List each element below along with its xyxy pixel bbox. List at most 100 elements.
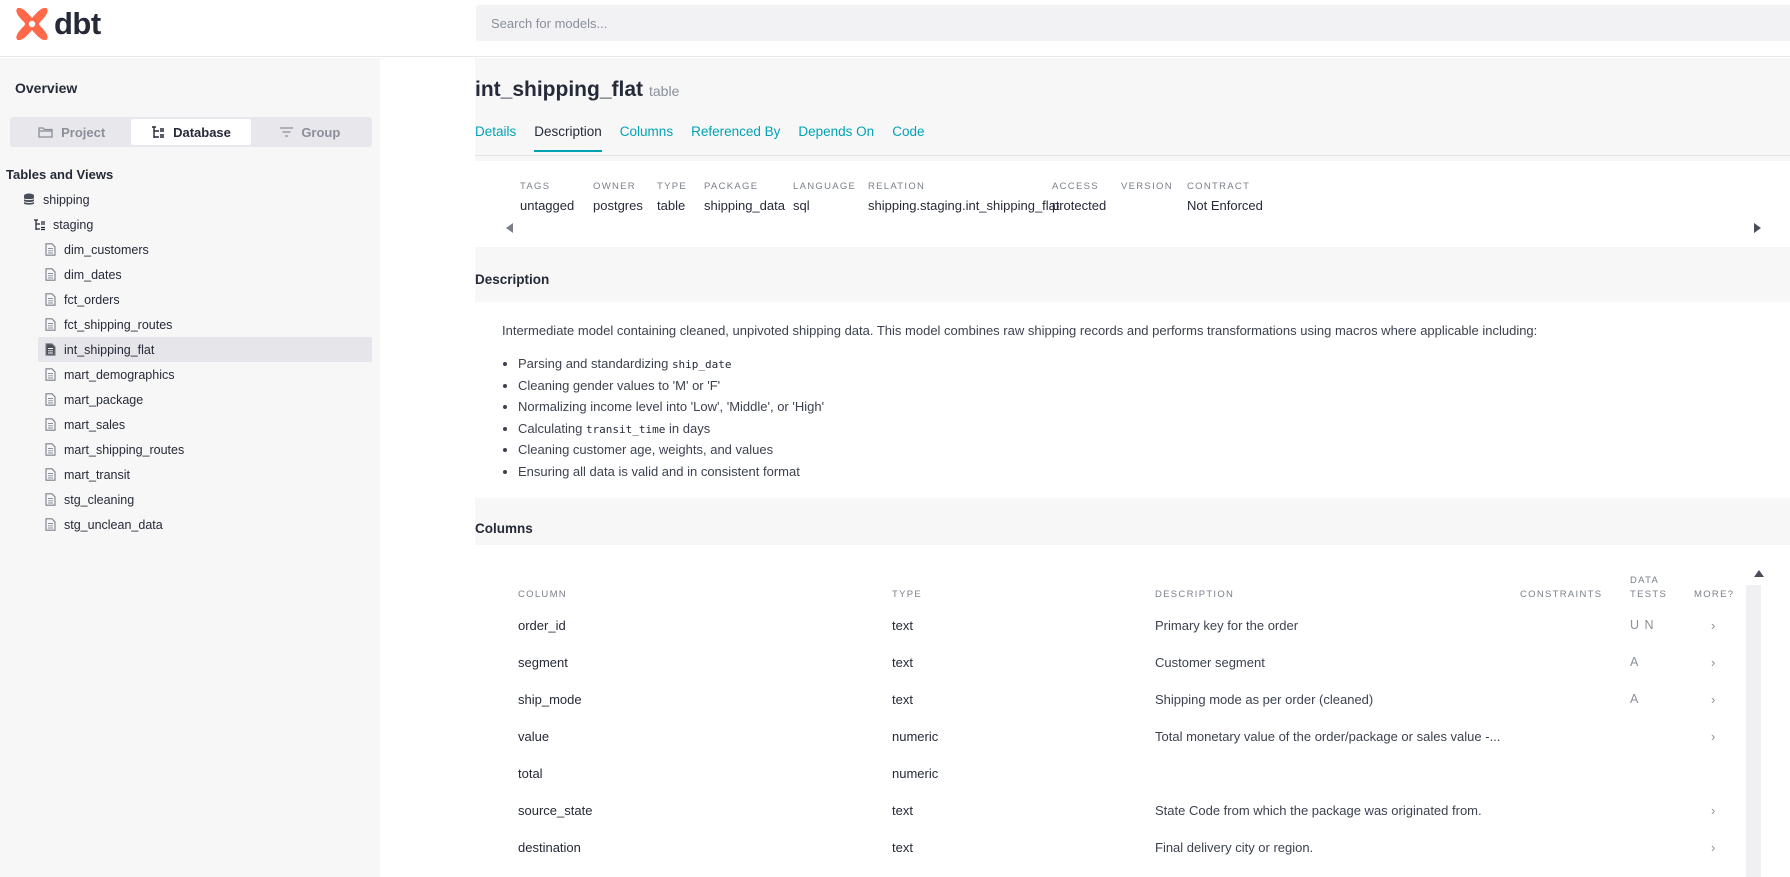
tab-project[interactable]: Project <box>12 119 131 145</box>
description-bullet: Parsing and standardizing ship_date <box>518 354 1763 376</box>
document-icon <box>42 392 58 408</box>
description-bullet: Normalizing income level into 'Low', 'Mi… <box>518 397 1763 419</box>
table-row[interactable]: destination text Final delivery city or re… <box>475 829 1735 866</box>
model-header: int_shipping_flat table <box>475 78 679 102</box>
table-row[interactable]: value numeric Total monetary value of the … <box>475 718 1735 755</box>
tab-code[interactable]: Code <box>892 120 924 152</box>
expand-chevron-icon[interactable]: › <box>1711 718 1715 755</box>
description-bullet: Ensuring all data is valid and in consis… <box>518 462 1763 484</box>
tree-model-item[interactable]: stg_cleaning <box>0 487 380 512</box>
tree-model-item[interactable]: mart_sales <box>0 412 380 437</box>
bullet-text: Parsing and standardizing <box>518 356 672 371</box>
tree-icon <box>152 125 165 138</box>
header-type: TYPE <box>892 589 923 600</box>
table-row[interactable]: order_id text Primary key for the order U N… <box>475 607 1735 644</box>
meta-relation: RELATION shipping.staging.int_shipping_fl… <box>868 181 1060 213</box>
main-content: int_shipping_flat table Details Descripti… <box>475 58 1790 877</box>
tree-model-item[interactable]: int_shipping_flat <box>38 337 372 362</box>
column-type: text <box>892 840 913 855</box>
column-description: Final delivery city or region. <box>1155 840 1314 855</box>
tabs-divider <box>475 155 1790 156</box>
tree-model-item[interactable]: stg_unclean_data <box>0 512 380 537</box>
description-card: Intermediate model containing cleaned, u… <box>475 302 1790 498</box>
meta-value: shipping.staging.int_shipping_flat <box>868 198 1060 213</box>
tree-model-item[interactable]: dim_customers <box>0 237 380 262</box>
header-data-tests-line1: DATA <box>1630 575 1660 586</box>
scroll-right-icon[interactable] <box>1754 223 1761 233</box>
view-switcher: Project Database Group <box>10 117 372 147</box>
table-row[interactable]: ship_mode text Shipping mode as per order … <box>475 681 1735 718</box>
tree-model-item[interactable]: fct_shipping_routes <box>0 312 380 337</box>
search-bar[interactable] <box>476 5 1790 41</box>
tab-group[interactable]: Group <box>251 119 370 145</box>
table-row[interactable]: segment text Customer segment A › <box>475 644 1735 681</box>
document-icon <box>42 442 58 458</box>
tab-description[interactable]: Description <box>534 120 602 152</box>
meta-access: ACCESS protected <box>1052 181 1106 213</box>
bullet-text: Cleaning customer age, weights, and valu… <box>518 442 774 457</box>
column-description: State Code from which the package was or… <box>1155 803 1482 818</box>
meta-key: ACCESS <box>1052 181 1099 192</box>
meta-version: VERSION <box>1121 181 1173 198</box>
schema-tree-icon <box>31 217 47 233</box>
table-row[interactable]: total numeric <box>475 755 1735 792</box>
expand-chevron-icon[interactable]: › <box>1711 829 1715 866</box>
materialization-label: table <box>649 83 680 99</box>
expand-chevron-icon[interactable]: › <box>1711 644 1715 681</box>
expand-chevron-icon[interactable]: › <box>1711 607 1715 644</box>
bullet-text: Calculating <box>518 420 586 436</box>
tree-model-item[interactable]: mart_package <box>0 387 380 412</box>
tree-model-item[interactable]: dim_dates <box>0 262 380 287</box>
expand-chevron-icon[interactable]: › <box>1711 681 1715 718</box>
header-data-tests: DATA TESTS <box>1630 574 1667 602</box>
column-type: text <box>892 803 913 818</box>
table-row[interactable]: source_state text State Code from which th… <box>475 792 1735 829</box>
tab-columns[interactable]: Columns <box>620 120 673 152</box>
tree-model-label: mart_sales <box>64 417 126 432</box>
column-name: value <box>518 729 550 744</box>
tree-model-label: mart_package <box>64 392 144 407</box>
column-name: total <box>518 766 543 781</box>
meta-value: table <box>657 198 686 213</box>
bullet-code: ship_date <box>671 358 732 371</box>
scroll-left-icon[interactable] <box>506 223 513 233</box>
scroll-up-icon[interactable] <box>1754 570 1764 577</box>
document-icon <box>42 517 58 533</box>
tree-schema-staging[interactable]: staging <box>0 212 380 237</box>
header-column: COLUMN <box>518 589 567 600</box>
overview-link[interactable]: Overview <box>15 80 77 96</box>
column-name: source_state <box>518 803 593 818</box>
tree-model-label: fct_orders <box>64 292 120 307</box>
search-input[interactable] <box>476 5 1790 41</box>
document-icon <box>42 242 58 258</box>
tab-project-label: Project <box>61 124 106 140</box>
tree-model-item[interactable]: mart_transit <box>0 462 380 487</box>
expand-chevron-icon[interactable]: › <box>1711 792 1715 829</box>
tab-depends-on[interactable]: Depends On <box>798 120 874 152</box>
tab-details[interactable]: Details <box>475 120 516 152</box>
page-title: int_shipping_flat <box>475 78 643 101</box>
folder-icon <box>38 127 53 138</box>
tab-database[interactable]: Database <box>131 119 251 145</box>
tab-referenced-by[interactable]: Referenced By <box>691 120 780 152</box>
meta-language: LANGUAGE sql <box>793 181 856 213</box>
tree-model-item[interactable]: mart_shipping_routes <box>0 437 380 462</box>
column-name: ship_mode <box>518 692 582 707</box>
meta-owner: OWNER postgres <box>593 181 643 213</box>
meta-key: OWNER <box>593 181 636 192</box>
tree-database-shipping[interactable]: shipping <box>0 187 380 212</box>
tree-model-label: dim_dates <box>64 267 122 282</box>
vertical-scrollbar[interactable] <box>1746 585 1761 877</box>
meta-value: shipping_data <box>704 198 785 213</box>
bullet-code: transit_time <box>585 422 666 436</box>
dbt-logo-icon <box>16 7 48 41</box>
document-icon <box>42 492 58 508</box>
meta-key: CONTRACT <box>1187 181 1251 192</box>
tree-model-item[interactable]: mart_demographics <box>0 362 380 387</box>
dbt-logo[interactable]: dbt <box>14 4 101 44</box>
tree-model-item[interactable]: fct_orders <box>0 287 380 312</box>
bullet-text-after: in days <box>665 420 711 436</box>
filter-icon <box>280 127 294 137</box>
meta-value: sql <box>793 198 810 213</box>
document-icon <box>42 292 58 308</box>
